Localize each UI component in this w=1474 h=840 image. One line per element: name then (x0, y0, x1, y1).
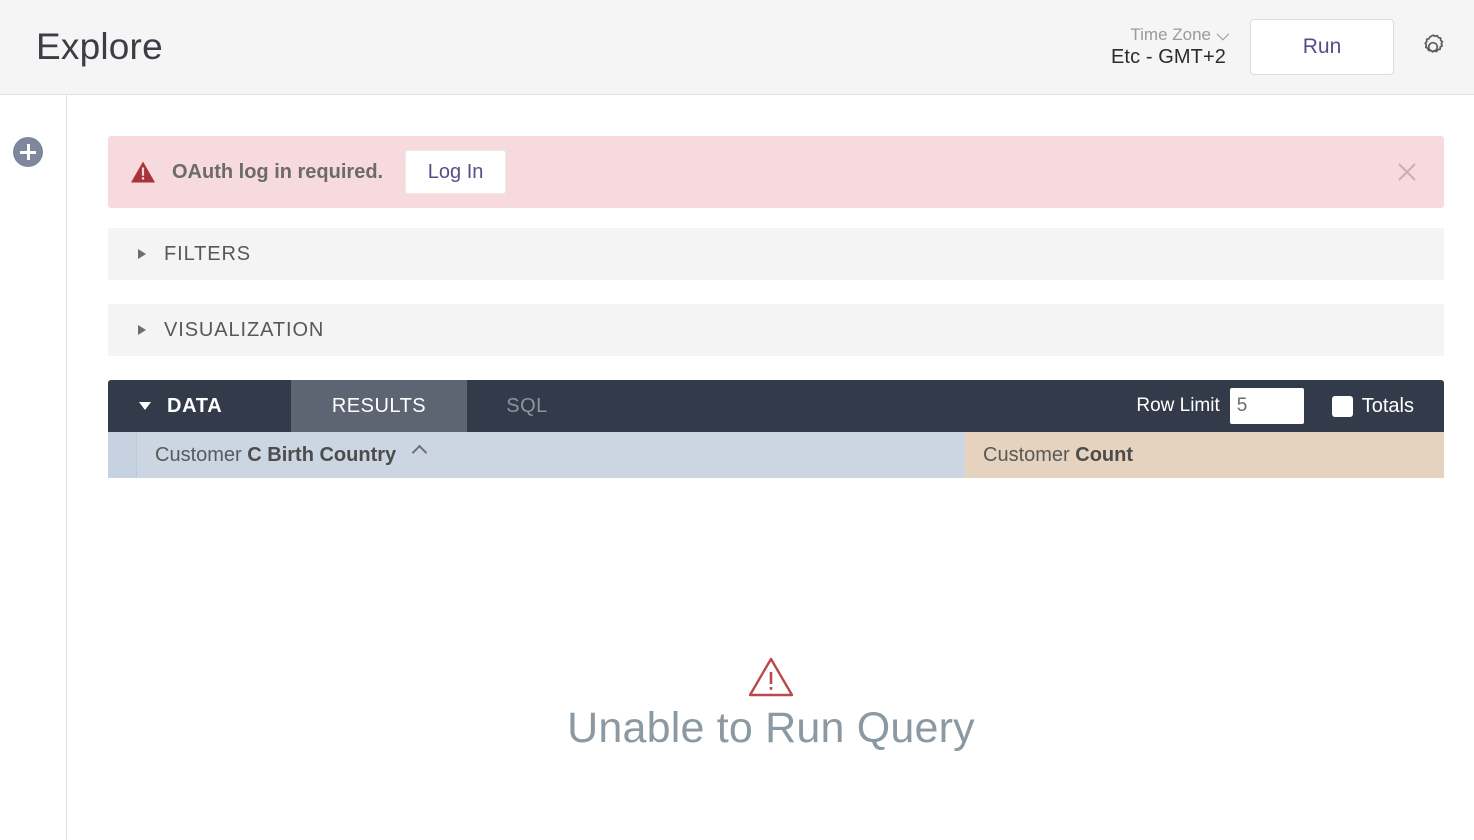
query-error-state: Unable to Run Query (68, 656, 1474, 753)
column-header-birth-country-text: Customer C Birth Country (155, 444, 425, 467)
column-view-name: Customer (983, 444, 1070, 466)
data-section-label: DATA (167, 395, 222, 418)
column-header-birth-country[interactable]: Customer C Birth Country (136, 432, 964, 478)
section-filters-label: FILTERS (164, 243, 251, 266)
plus-circle-icon[interactable] (13, 137, 43, 167)
warning-triangle-outline-icon (747, 656, 795, 698)
tab-results[interactable]: RESULTS (291, 380, 467, 432)
tab-sql[interactable]: SQL (467, 380, 587, 432)
app-header: Explore Time Zone Etc - GMT+2 Run (0, 0, 1474, 95)
oauth-banner-message: OAuth log in required. (172, 161, 383, 184)
column-field-name: C Birth Country (247, 444, 396, 466)
column-header-count[interactable]: Customer Count (964, 432, 1444, 478)
page-title: Explore (36, 26, 163, 68)
results-table-header: Customer C Birth Country Customer Count (108, 432, 1444, 478)
main-content: OAuth log in required. Log In FILTERS VI… (68, 96, 1474, 840)
totals-checkbox[interactable] (1332, 396, 1353, 417)
triangle-right-icon (138, 325, 146, 335)
triangle-down-icon (139, 402, 151, 410)
oauth-banner: OAuth log in required. Log In (108, 136, 1444, 208)
run-button[interactable]: Run (1250, 19, 1394, 75)
header-actions: Time Zone Etc - GMT+2 Run (1111, 19, 1474, 75)
query-error-message: Unable to Run Query (567, 704, 975, 753)
timezone-value: Etc - GMT+2 (1111, 46, 1226, 69)
column-header-count-text: Customer Count (983, 444, 1133, 467)
data-panel-controls: Row Limit Totals (1136, 380, 1444, 432)
section-visualization[interactable]: VISUALIZATION (108, 304, 1444, 356)
timezone-selector[interactable]: Time Zone Etc - GMT+2 (1111, 25, 1226, 69)
column-view-name: Customer (155, 444, 242, 466)
row-limit-label: Row Limit (1136, 395, 1219, 417)
section-visualization-label: VISUALIZATION (164, 319, 324, 342)
gear-icon[interactable] (1416, 30, 1450, 64)
chevron-up-icon (411, 444, 427, 460)
left-rail (0, 95, 67, 840)
data-panel-header: DATA RESULTS SQL Row Limit Totals (108, 380, 1444, 432)
table-row-number-gutter (108, 432, 136, 478)
section-filters[interactable]: FILTERS (108, 228, 1444, 280)
timezone-label-row: Time Zone (1130, 25, 1226, 45)
column-field-name: Count (1075, 444, 1133, 466)
row-limit-input[interactable] (1230, 388, 1304, 424)
close-icon[interactable] (1392, 157, 1422, 187)
totals-label: Totals (1362, 395, 1414, 418)
data-section-toggle[interactable]: DATA (108, 380, 291, 432)
triangle-right-icon (138, 249, 146, 259)
timezone-label: Time Zone (1130, 25, 1211, 45)
log-in-button[interactable]: Log In (405, 150, 506, 194)
warning-triangle-filled-icon (130, 160, 156, 184)
chevron-down-icon (1217, 27, 1230, 40)
